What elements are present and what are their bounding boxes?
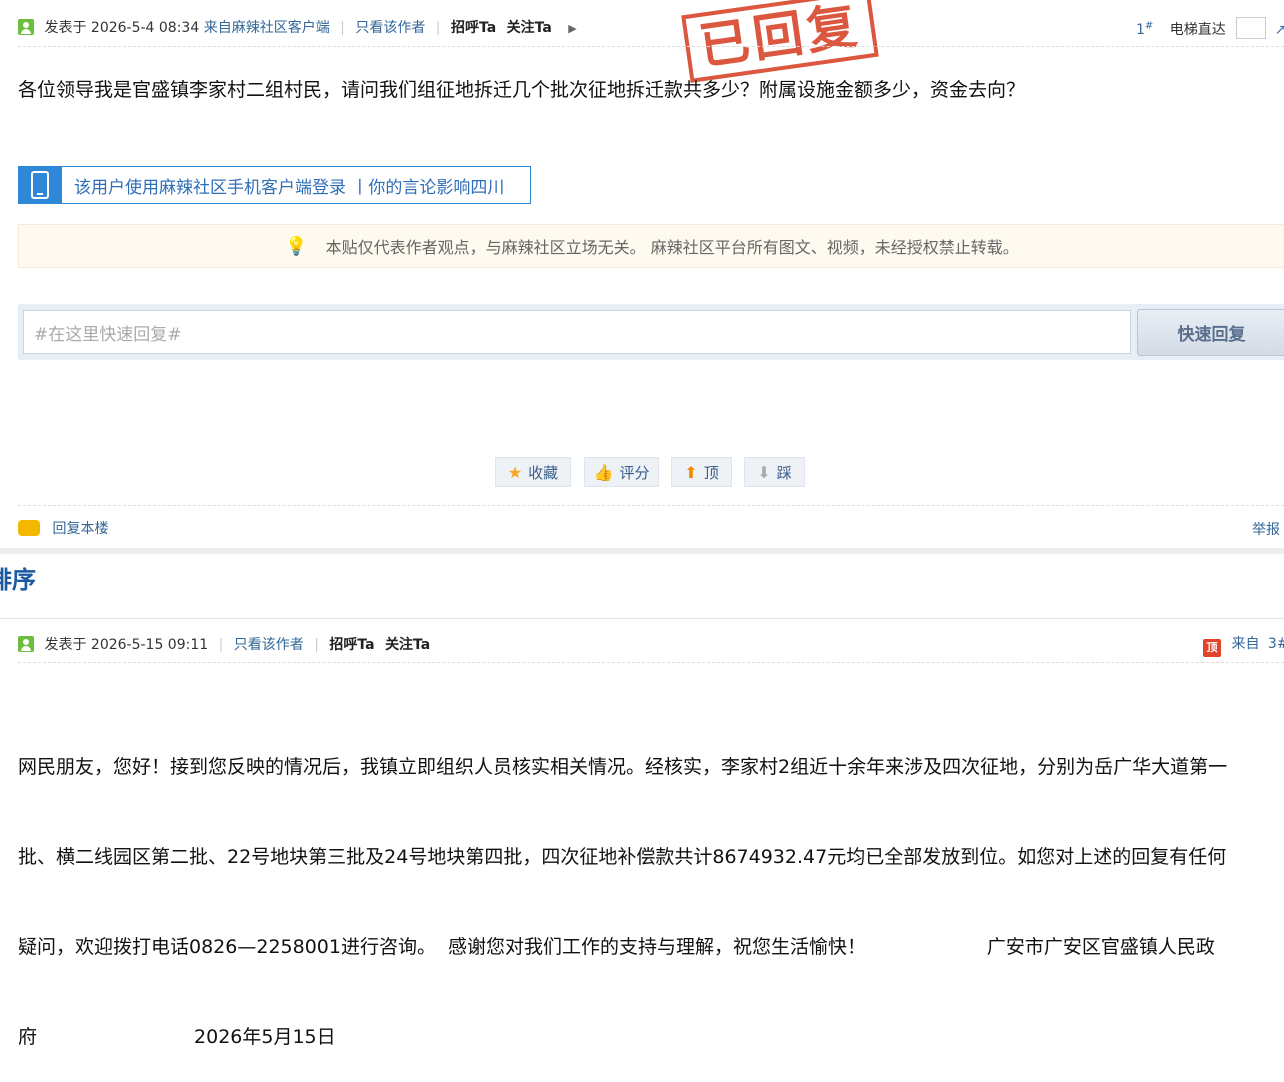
elevator-label: 电梯直达 (1169, 22, 1226, 38)
floor-number[interactable]: 3# (1268, 636, 1284, 652)
greet-link[interactable]: 招呼Ta (451, 20, 496, 36)
follow-link[interactable]: 关注Ta (385, 637, 430, 653)
downvote-button[interactable]: ⬇ 踩 (744, 457, 805, 487)
section-line (0, 618, 1284, 619)
greet-link[interactable]: 招呼Ta (329, 637, 374, 653)
go-icon[interactable]: ↗ (1275, 22, 1284, 38)
reply-floor-link[interactable]: 回复本楼 (18, 518, 108, 538)
mobile-client-banner[interactable]: 该用户使用麻辣社区手机客户端登录 丨你的言论影响四川 (18, 166, 531, 204)
report-link[interactable]: 举报 (1252, 519, 1280, 539)
favorite-label: 收藏 (528, 463, 559, 482)
rate-label: 评分 (619, 463, 650, 482)
post1-floor-tools: 1# 电梯直达 ↗ (1136, 17, 1284, 39)
content-line: 批、横二线园区第二批、22号地块第三批及24号地块第四批，四次征地补偿款共计86… (18, 846, 1227, 868)
footer-divider (18, 505, 1284, 506)
mobile-phone-icon (18, 166, 62, 204)
content-line: 疑问，欢迎拨打电话0826—2258001进行咨询。 感谢您对我们工作的支持与理… (18, 936, 1215, 958)
lightbulb-icon: 💡 (285, 235, 308, 257)
quick-reply-button[interactable]: 快速回复 (1137, 309, 1284, 356)
header-divider (18, 662, 1284, 663)
replied-stamp: 已回复 (681, 0, 879, 83)
speech-bubble-icon (18, 520, 40, 536)
reply-floor-label: 回复本楼 (52, 521, 109, 537)
post2-floor-tools: 顶 来自 3# (1203, 633, 1284, 657)
post2-meta: 发表于 2026-5-15 09:11 | 只看该作者 | 招呼Ta 关注Ta (18, 634, 430, 654)
arrow-up-icon: ⬆ (684, 462, 698, 482)
content-line: 府 2026年5月15日 (18, 1026, 336, 1048)
follow-link[interactable]: 关注Ta (507, 20, 552, 36)
posted-time: 2026-5-15 09:11 (90, 637, 209, 653)
downvote-label: 踩 (776, 463, 792, 482)
elevator-input[interactable] (1236, 17, 1267, 39)
divider: | (218, 637, 224, 653)
floor-number[interactable]: 1# (1136, 20, 1153, 38)
quick-reply-input[interactable]: #在这里快速回复# (23, 310, 1131, 354)
thumb-icon: 👍 (593, 462, 614, 482)
mobile-banner-text: 该用户使用麻辣社区手机客户端登录 丨你的言论影响四川 (74, 177, 505, 198)
user-online-icon (18, 636, 34, 652)
arrow-down-icon: ⬇ (757, 462, 771, 482)
post1-meta: 发表于 2026-5-4 08:34 来自麻辣社区客户端 | 只看该作者 | 招… (18, 17, 577, 37)
posted-prefix: 发表于 (44, 637, 87, 653)
divider: | (340, 20, 345, 36)
favorite-button[interactable]: ★ 收藏 (495, 457, 571, 487)
only-author-link[interactable]: 只看该作者 (234, 637, 304, 653)
upvote-label: 顶 (703, 463, 719, 482)
top-badge-icon: 顶 (1203, 639, 1221, 657)
divider: | (435, 20, 441, 36)
upvote-button[interactable]: ⬆ 顶 (671, 457, 732, 487)
divider: | (314, 637, 319, 653)
source-label[interactable]: 来自 (1231, 636, 1259, 652)
only-author-link[interactable]: 只看该作者 (355, 20, 425, 36)
content-line: 网民朋友，您好！接到您反映的情况后，我镇立即组织人员核实相关情况。经核实，李家村… (18, 756, 1228, 778)
rate-button[interactable]: 👍 评分 (584, 457, 659, 487)
posted-time: 2026-5-4 08:34 (90, 20, 200, 36)
sort-title-wrap: 排序 (0, 560, 48, 595)
posted-prefix: 发表于 (44, 20, 87, 36)
disclaimer-text: 本贴仅代表作者观点，与麻辣社区立场无关。 麻辣社区平台所有图文、视频，未经授权禁… (325, 238, 1019, 257)
report-label: 举报 (1252, 522, 1280, 538)
post1-content: 各位领导我是官盛镇李家村二组村民，请问我们组征地拆迁几个批次征地拆迁款共多少？附… (18, 79, 1026, 101)
post2-content: 网民朋友，您好！接到您反映的情况后，我镇立即组织人员核实相关情况。经核实，李家村… (18, 692, 1284, 1082)
star-icon: ★ (507, 462, 523, 482)
client-source-link[interactable]: 来自麻辣社区客户端 (204, 20, 330, 36)
disclaimer-notice: 💡 本贴仅代表作者观点，与麻辣社区立场无关。 麻辣社区平台所有图文、视频，未经授… (18, 224, 1284, 268)
user-online-icon (18, 19, 34, 35)
more-arrow-icon[interactable]: ▶ (568, 22, 576, 35)
header-divider (18, 46, 1284, 47)
sort-title[interactable]: 排序 (0, 560, 48, 595)
section-separator (0, 548, 1284, 554)
